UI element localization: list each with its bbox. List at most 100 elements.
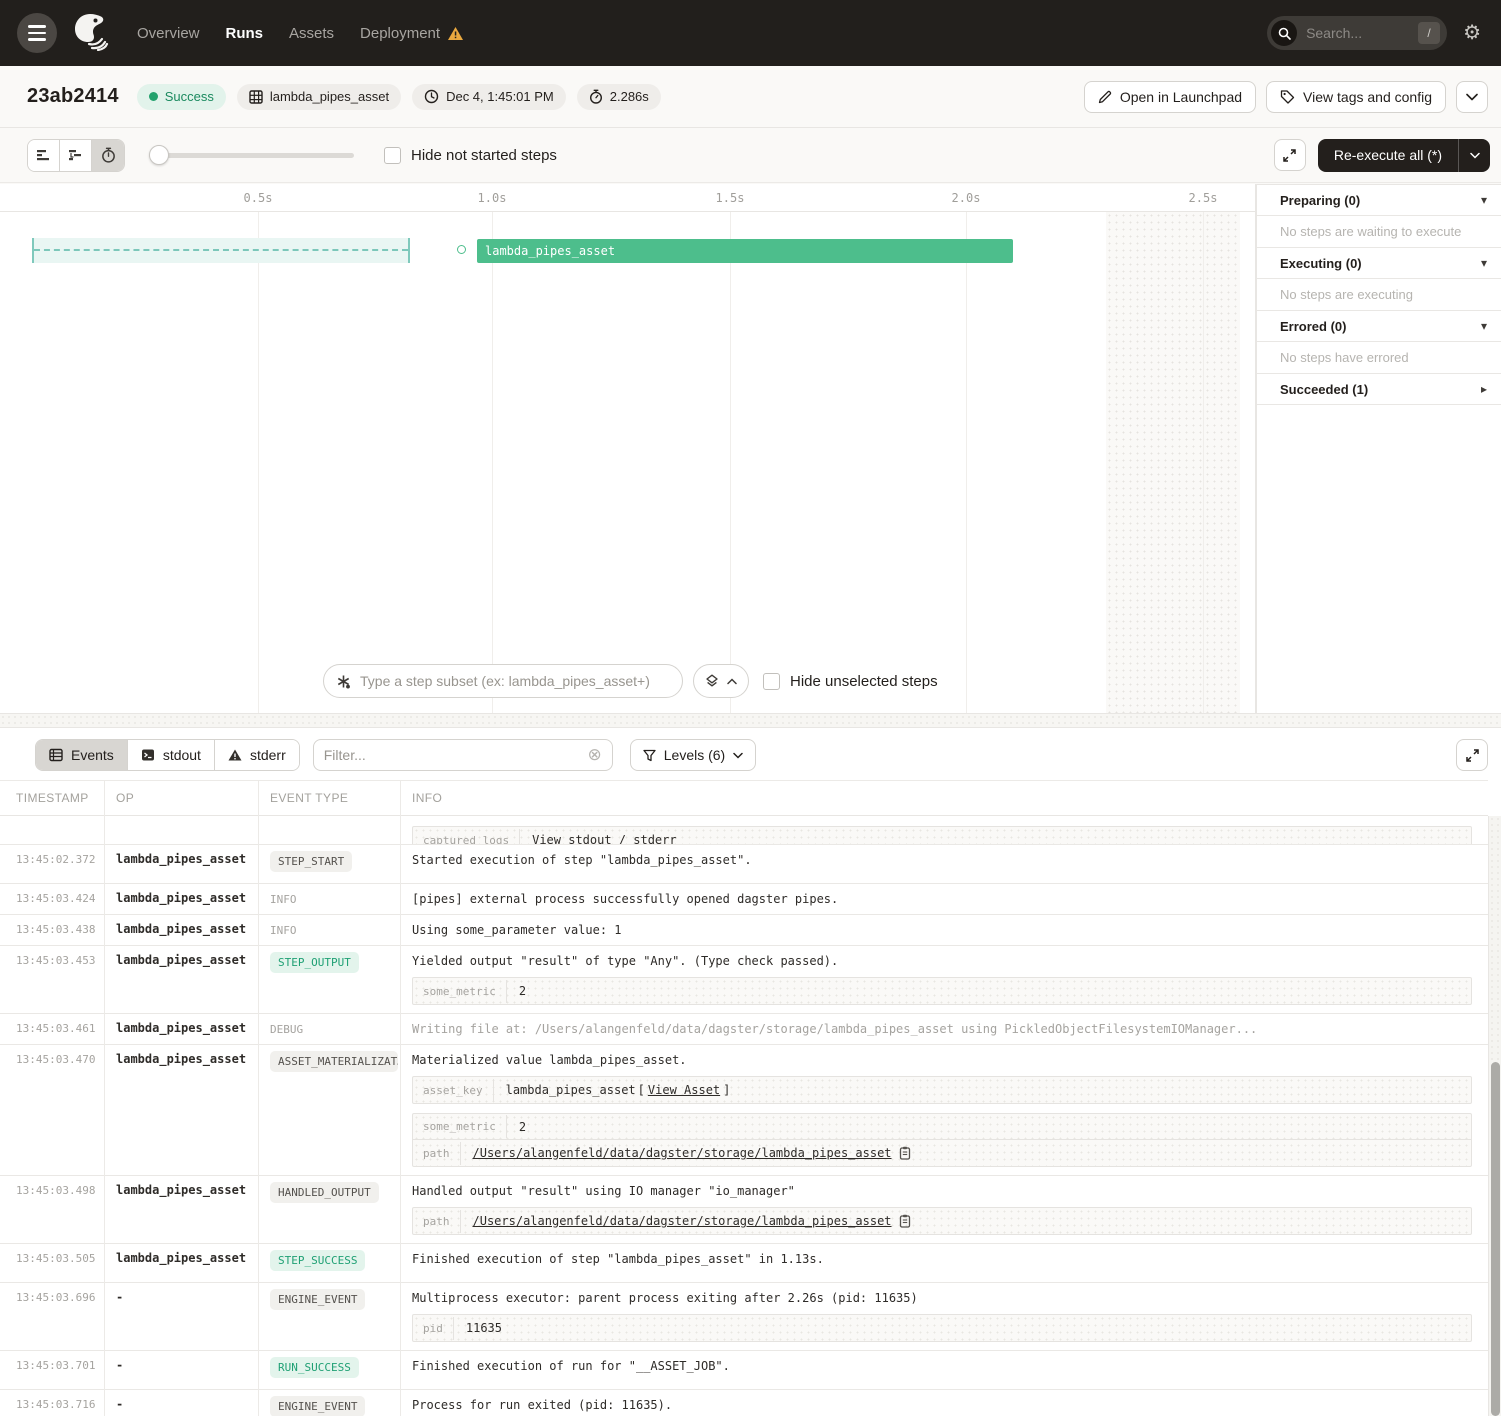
- gantt-step-bar[interactable]: lambda_pipes_asset: [477, 239, 1013, 263]
- view-tags-config-button[interactable]: View tags and config: [1266, 81, 1446, 113]
- metadata-row: some_metric2: [413, 1114, 1471, 1140]
- timed-view-button[interactable]: [92, 140, 124, 171]
- tab-events[interactable]: Events: [36, 740, 128, 770]
- stopwatch-icon: [589, 89, 603, 104]
- levels-dropdown-button[interactable]: Levels (6): [630, 739, 756, 771]
- step-section-header[interactable]: Preparing (0)▾: [1257, 185, 1501, 216]
- copy-to-clipboard-icon[interactable]: [899, 1214, 911, 1228]
- metadata-path-link[interactable]: /Users/alangenfeld/data/dagster/storage/…: [473, 1214, 892, 1228]
- flat-view-button[interactable]: [28, 140, 60, 171]
- expand-icon: [1282, 148, 1297, 163]
- funnel-icon: [643, 749, 656, 762]
- events-fullscreen-button[interactable]: [1456, 739, 1488, 771]
- metadata-table: pid11635: [412, 1314, 1472, 1342]
- log-info: Writing file at: /Users/alangenfeld/data…: [400, 1014, 1488, 1044]
- events-scrollbar[interactable]: [1488, 816, 1501, 1416]
- waterfall-view-button[interactable]: [60, 140, 92, 171]
- hide-not-started-checkbox[interactable]: [384, 147, 401, 164]
- run-id: 23ab2414: [27, 85, 119, 108]
- step-selector-icon: [336, 674, 351, 689]
- log-timestamp: 13:45:02.372: [0, 845, 104, 872]
- nav-item-assets[interactable]: Assets: [289, 25, 334, 42]
- gantt-fullscreen-button[interactable]: [1274, 139, 1306, 171]
- log-row[interactable]: 13:45:03.438lambda_pipes_assetINFOUsing …: [0, 915, 1488, 946]
- log-op: -: [104, 1283, 258, 1310]
- log-row[interactable]: 13:45:03.498lambda_pipes_asset HANDLED_OU…: [0, 1176, 1488, 1244]
- event-type-badge: STEP_SUCCESS: [270, 1250, 365, 1271]
- settings-gear-icon[interactable]: ⚙: [1463, 23, 1481, 43]
- nav-item-overview[interactable]: Overview: [137, 25, 200, 42]
- hamburger-menu-icon[interactable]: [17, 13, 57, 53]
- axis-gridline: [966, 212, 967, 713]
- run-actions-dropdown-button[interactable]: [1456, 81, 1488, 113]
- hide-unselected-control: Hide unselected steps: [763, 673, 938, 690]
- events-list-icon: [49, 748, 63, 762]
- clear-filter-icon[interactable]: ⊗: [588, 745, 602, 765]
- log-timestamp: 13:45:03.505: [0, 1244, 104, 1271]
- gantt-after-run-region: [1106, 212, 1240, 713]
- reexecute-dropdown-button[interactable]: [1458, 139, 1490, 172]
- metadata-key: path: [413, 1210, 461, 1233]
- log-row[interactable]: 13:45:02.372lambda_pipes_assetSTEP_START…: [0, 845, 1488, 884]
- warning-triangle-icon: [447, 26, 464, 41]
- log-info: [pipes] external process successfully op…: [400, 884, 1488, 914]
- log-info: Using some_parameter value: 1: [400, 915, 1488, 945]
- open-in-launchpad-button[interactable]: Open in Launchpad: [1084, 81, 1256, 113]
- step-subset-input[interactable]: Type a step subset (ex: lambda_pipes_ass…: [323, 664, 683, 698]
- events-table-header: TIMESTAMPOPEVENT TYPEINFO: [0, 780, 1488, 816]
- clock-icon: [424, 89, 439, 104]
- hide-unselected-checkbox[interactable]: [763, 673, 780, 690]
- log-row[interactable]: captured_logsView stdout / stderr: [0, 816, 1488, 845]
- log-row[interactable]: 13:45:03.701-RUN_SUCCESSFinished executi…: [0, 1351, 1488, 1390]
- log-filter-input[interactable]: Filter... ⊗: [313, 739, 613, 771]
- graph-query-toggle-button[interactable]: [693, 664, 749, 698]
- scrollbar-thumb[interactable]: [1491, 1062, 1500, 1416]
- dagster-logo-icon[interactable]: [71, 11, 109, 56]
- reexecute-all-button[interactable]: Re-execute all (*): [1318, 139, 1458, 172]
- metadata-value: 2: [507, 1115, 538, 1139]
- gantt-chart: 0.5s1.0s1.5s2.0s2.5s lambda_pipes_asset …: [0, 184, 1256, 713]
- log-row[interactable]: 13:45:03.716-ENGINE_EVENTProcess for run…: [0, 1390, 1488, 1416]
- log-op: lambda_pipes_asset: [104, 1045, 258, 1072]
- step-section-header[interactable]: Errored (0)▾: [1257, 311, 1501, 342]
- log-row[interactable]: 13:45:03.424lambda_pipes_assetINFO[pipes…: [0, 884, 1488, 915]
- log-info: Process for run exited (pid: 11635).: [400, 1390, 1488, 1416]
- metadata-row: captured_logsView stdout / stderr: [413, 827, 1471, 845]
- tab-stderr[interactable]: stderr: [215, 740, 299, 770]
- nav-item-runs[interactable]: Runs: [226, 25, 264, 42]
- log-row[interactable]: 13:45:03.696-ENGINE_EVENTMultiprocess ex…: [0, 1283, 1488, 1351]
- log-row[interactable]: 13:45:03.461lambda_pipes_assetDEBUGWriti…: [0, 1014, 1488, 1045]
- log-info: Started execution of step "lambda_pipes_…: [400, 845, 1488, 875]
- log-row[interactable]: 13:45:03.470lambda_pipes_assetASSET_MATE…: [0, 1045, 1488, 1176]
- slider-knob[interactable]: [149, 145, 169, 165]
- metadata-row: some_metric2: [413, 978, 1471, 1004]
- job-name-chip[interactable]: lambda_pipes_asset: [237, 84, 401, 110]
- step-section-header[interactable]: Succeeded (1)▸: [1257, 374, 1501, 405]
- stderr-warning-icon: [228, 748, 242, 762]
- view-asset-link[interactable]: View Asset: [648, 1083, 720, 1097]
- log-timestamp: 13:45:03.470: [0, 1045, 104, 1072]
- grid-icon: [249, 90, 263, 104]
- tab-stdout[interactable]: stdout: [128, 740, 215, 770]
- log-info: Handled output "result" using IO manager…: [400, 1176, 1488, 1243]
- column-header-timestamp: TIMESTAMP: [0, 791, 104, 805]
- copy-to-clipboard-icon[interactable]: [899, 1146, 911, 1160]
- nav-item-deployment[interactable]: Deployment: [360, 25, 464, 42]
- hide-unselected-label: Hide unselected steps: [790, 673, 938, 690]
- log-op: -: [104, 1351, 258, 1378]
- log-info-text: Multiprocess executor: parent process ex…: [412, 1291, 1472, 1305]
- panel-resize-splitter[interactable]: [0, 713, 1501, 728]
- log-timestamp: 13:45:03.498: [0, 1176, 104, 1203]
- event-type-badge: RUN_SUCCESS: [270, 1357, 359, 1378]
- search-placeholder: Search...: [1306, 25, 1418, 41]
- gantt-zoom-slider[interactable]: [149, 145, 354, 165]
- metadata-value: 2: [507, 979, 538, 1003]
- event-type-badge: HANDLED_OUTPUT: [270, 1182, 379, 1203]
- log-row[interactable]: 13:45:03.453lambda_pipes_assetSTEP_OUTPU…: [0, 946, 1488, 1014]
- gantt-step-marker-icon: [457, 245, 466, 254]
- log-row[interactable]: 13:45:03.505lambda_pipes_assetSTEP_SUCCE…: [0, 1244, 1488, 1283]
- metadata-path-link[interactable]: /Users/alangenfeld/data/dagster/storage/…: [473, 1146, 892, 1160]
- step-section-header[interactable]: Executing (0)▾: [1257, 248, 1501, 279]
- search-input[interactable]: Search... /: [1267, 16, 1447, 50]
- log-op: lambda_pipes_asset: [104, 1176, 258, 1203]
